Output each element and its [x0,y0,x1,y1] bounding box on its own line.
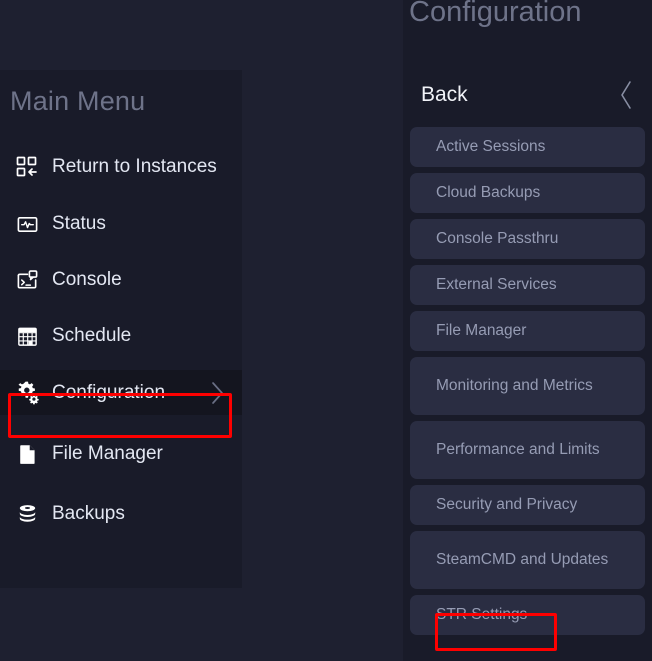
nav-item-label: STR Settings [436,605,528,623]
sidebar-item-status[interactable]: Status [0,202,242,246]
main-menu-list: Return to Instances Status Console Sched… [0,138,242,536]
app-root: Main Menu Return to Instances Status Con… [0,0,652,661]
sidebar-item-file-manager[interactable]: File Manager [0,432,242,476]
nav-item-label: Monitoring and Metrics [436,376,593,394]
sidebar-item-schedule[interactable]: Schedule [0,314,242,358]
nav-item-label: Cloud Backups [436,183,541,201]
nav-item-label: Active Sessions [436,137,546,155]
calendar-grid-icon [10,321,44,351]
nav-item-file-manager[interactable]: File Manager [410,311,645,351]
sidebar-item-label: Backups [52,503,125,525]
database-stack-icon [10,499,44,529]
nav-item-external-services[interactable]: External Services [410,265,645,305]
chevron-right-icon [206,378,228,408]
nav-item-label: File Manager [436,321,527,339]
configuration-nav-list: Active Sessions Cloud Backups Console Pa… [410,127,645,635]
sidebar-item-backups[interactable]: Backups [0,492,242,536]
nav-item-console-passthru[interactable]: Console Passthru [410,219,645,259]
monitor-pulse-icon [10,209,44,239]
nav-item-performance-and-limits[interactable]: Performance and Limits [410,421,645,479]
nav-item-label: Performance and Limits [436,440,600,458]
nav-item-label: SteamCMD and Updates [436,550,609,568]
sidebar-item-label: Schedule [52,325,132,347]
nav-item-cloud-backups[interactable]: Cloud Backups [410,173,645,213]
nav-item-active-sessions[interactable]: Active Sessions [410,127,645,167]
configuration-panel: Configuration Back Active Sessions Cloud… [403,0,652,661]
main-menu-panel: Main Menu Return to Instances Status Con… [0,70,242,588]
sidebar-item-console[interactable]: Console [0,258,242,302]
sidebar-item-label: Return to Instances [52,156,217,178]
main-menu-title: Main Menu [10,86,146,116]
page-title: Configuration [409,0,582,28]
nav-item-steamcmd-and-updates[interactable]: SteamCMD and Updates [410,531,645,589]
gears-icon [10,378,44,408]
sidebar-item-configuration[interactable]: Configuration [0,370,242,415]
grid-arrow-left-icon [10,152,44,182]
nav-item-label: External Services [436,275,557,293]
nav-item-monitoring-and-metrics[interactable]: Monitoring and Metrics [410,357,645,415]
sidebar-item-label: Configuration [52,381,166,403]
nav-item-security-and-privacy[interactable]: Security and Privacy [410,485,645,525]
sidebar-item-label: File Manager [52,443,163,465]
chevron-left-icon[interactable] [616,78,636,112]
nav-item-str-settings[interactable]: STR Settings [410,595,645,635]
nav-item-label: Console Passthru [436,229,559,247]
nav-item-label: Security and Privacy [436,495,578,513]
terminal-chat-icon [10,265,44,295]
back-label: Back [421,83,468,106]
sidebar-item-return-to-instances[interactable]: Return to Instances [0,138,242,196]
back-button[interactable]: Back [403,76,652,114]
sidebar-item-label: Console [52,269,122,291]
document-page-icon [10,439,44,469]
sidebar-item-label: Status [52,213,106,235]
